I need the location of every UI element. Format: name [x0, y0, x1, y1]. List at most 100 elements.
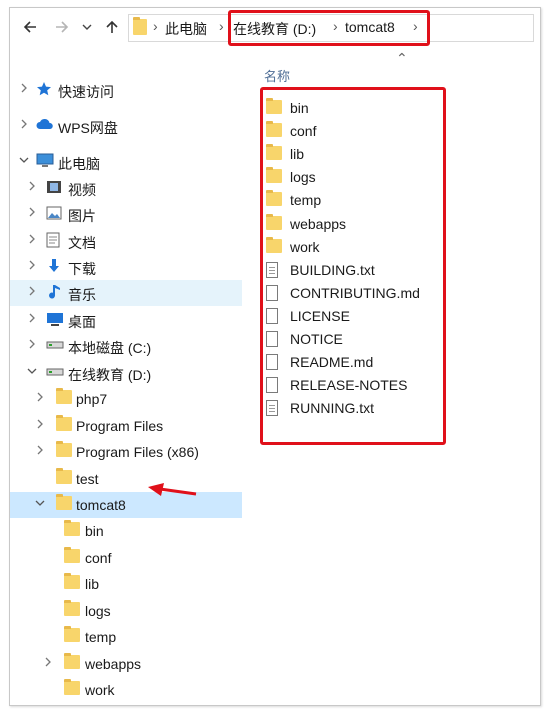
chevron-right-icon[interactable] [26, 337, 38, 352]
video-icon [46, 179, 64, 197]
nav-item-label: webapps [85, 656, 142, 672]
arrow-right-icon [56, 21, 69, 33]
nav-item[interactable]: WPS网盘 [10, 113, 242, 139]
nav-item-label: 视频 [68, 182, 96, 198]
folder-icon [56, 468, 74, 488]
folder-icon [56, 388, 74, 408]
folder-icon [64, 573, 82, 593]
nav-item[interactable]: work [10, 677, 242, 703]
nav-item[interactable]: php7 [10, 386, 242, 412]
folder-icon [56, 441, 74, 461]
chevron-right-icon[interactable] [18, 81, 30, 96]
back-button[interactable] [20, 17, 40, 37]
nav-item-label: 音乐 [68, 287, 96, 303]
chevron-down-icon [82, 24, 92, 30]
nav-item-label: logs [85, 603, 111, 619]
folder-icon [64, 653, 82, 673]
nav-item-label: bin [85, 523, 104, 539]
chevron-right-icon[interactable]: › [219, 18, 224, 34]
forward-button[interactable] [52, 17, 72, 37]
nav-item[interactable]: 视频 [10, 175, 242, 201]
up-button[interactable] [102, 17, 122, 37]
nav-item[interactable]: test [10, 466, 242, 492]
chevron-right-icon[interactable] [34, 417, 46, 432]
nav-item-label: conf [85, 550, 112, 566]
desktop-icon [46, 311, 64, 329]
chevron-right-icon[interactable] [26, 232, 38, 247]
chevron-right-icon[interactable] [26, 311, 38, 326]
cloud-icon [36, 117, 54, 135]
nav-item[interactable]: lib [10, 571, 242, 597]
nav-item[interactable]: webapps [10, 651, 242, 677]
arrow-left-icon [23, 21, 36, 33]
nav-item[interactable]: 下载 [10, 254, 242, 280]
nav-item[interactable]: bin [10, 518, 242, 544]
nav-item-label: 桌面 [68, 314, 96, 330]
nav-item-label: temp [85, 629, 117, 645]
nav-item-label: 文档 [68, 235, 96, 251]
nav-item-label: 下载 [68, 261, 96, 277]
nav-item[interactable]: Program Files (x86) [10, 439, 242, 465]
crumb-this-pc[interactable]: 此电脑 [165, 19, 207, 39]
nav-item-label: WPS网盘 [58, 120, 118, 136]
file-list-highlight-box [260, 87, 446, 445]
nav-item-label: tomcat8 [76, 497, 126, 513]
red-arrow-annotation [148, 483, 197, 496]
nav-item[interactable]: 图片 [10, 201, 242, 227]
chevron-right-icon[interactable] [26, 284, 38, 299]
folder-icon [133, 17, 147, 38]
drive-icon [46, 337, 64, 355]
chevron-right-icon: › [153, 18, 158, 34]
nav-item[interactable]: 快速访问 [10, 77, 242, 103]
nav-item[interactable]: 在线教育 (D:) [10, 360, 242, 386]
folder-icon [56, 494, 74, 514]
nav-item-label: Program Files [76, 418, 164, 434]
chevron-right-icon[interactable] [34, 443, 46, 458]
file-explorer-window: › 此电脑 › 在线教育 (D:) › tomcat8 › 快速访问 WPS网盘此… [9, 7, 541, 706]
nav-item[interactable]: 此电脑 [10, 149, 242, 175]
folder-icon [64, 626, 82, 646]
folder-icon [64, 547, 82, 567]
pictures-icon [46, 205, 64, 223]
chevron-right-icon[interactable] [18, 117, 30, 132]
nav-item[interactable]: Program Files [10, 413, 242, 439]
column-header-name[interactable]: 名称 [264, 66, 290, 85]
nav-item-label: Program Files (x86) [76, 444, 199, 460]
folder-icon [64, 600, 82, 620]
nav-item[interactable]: conf [10, 545, 242, 571]
sort-ascending-icon: ⌃ [396, 50, 408, 66]
nav-item-label: test [76, 471, 99, 487]
nav-item[interactable]: temp [10, 624, 242, 650]
folder-icon [64, 679, 82, 699]
chevron-down-icon[interactable] [34, 496, 46, 511]
nav-item-label: 图片 [68, 208, 96, 224]
navigation-pane: 快速访问 WPS网盘此电脑视频图片文档下载音乐桌面本地磁盘 (C:) 在线教育 (D… [10, 46, 242, 705]
chevron-right-icon[interactable] [34, 390, 46, 405]
nav-item[interactable]: tomcat8 [10, 492, 242, 518]
nav-item[interactable]: 音乐 [10, 280, 242, 306]
nav-item[interactable]: 文档 [10, 228, 242, 254]
documents-icon [46, 232, 64, 250]
folder-icon [64, 520, 82, 540]
folder-icon [56, 415, 74, 435]
chevron-right-icon[interactable] [42, 655, 54, 670]
star-icon [36, 81, 54, 99]
nav-item[interactable]: 桌面 [10, 307, 242, 333]
nav-item-label: work [85, 682, 115, 698]
nav-item-label: lib [85, 576, 100, 592]
chevron-down-icon[interactable] [18, 153, 30, 168]
chevron-down-icon[interactable] [26, 364, 38, 379]
download-icon [46, 258, 64, 276]
chevron-right-icon[interactable] [26, 205, 38, 220]
arrow-up-icon [106, 20, 118, 33]
file-list-pane: ⌃ 名称 bin conf lib logs temp webapps work BUILDI… [242, 46, 540, 705]
chevron-right-icon[interactable] [26, 258, 38, 273]
nav-item[interactable]: logs [10, 598, 242, 624]
recent-locations-button[interactable] [80, 17, 94, 37]
nav-item-label: 本地磁盘 (C:) [68, 340, 152, 356]
chevron-right-icon[interactable] [26, 179, 38, 194]
nav-item-label: 在线教育 (D:) [68, 367, 152, 383]
nav-item[interactable]: 本地磁盘 (C:) [10, 333, 242, 359]
computer-icon [36, 153, 54, 171]
nav-item-label: 快速访问 [58, 84, 114, 100]
